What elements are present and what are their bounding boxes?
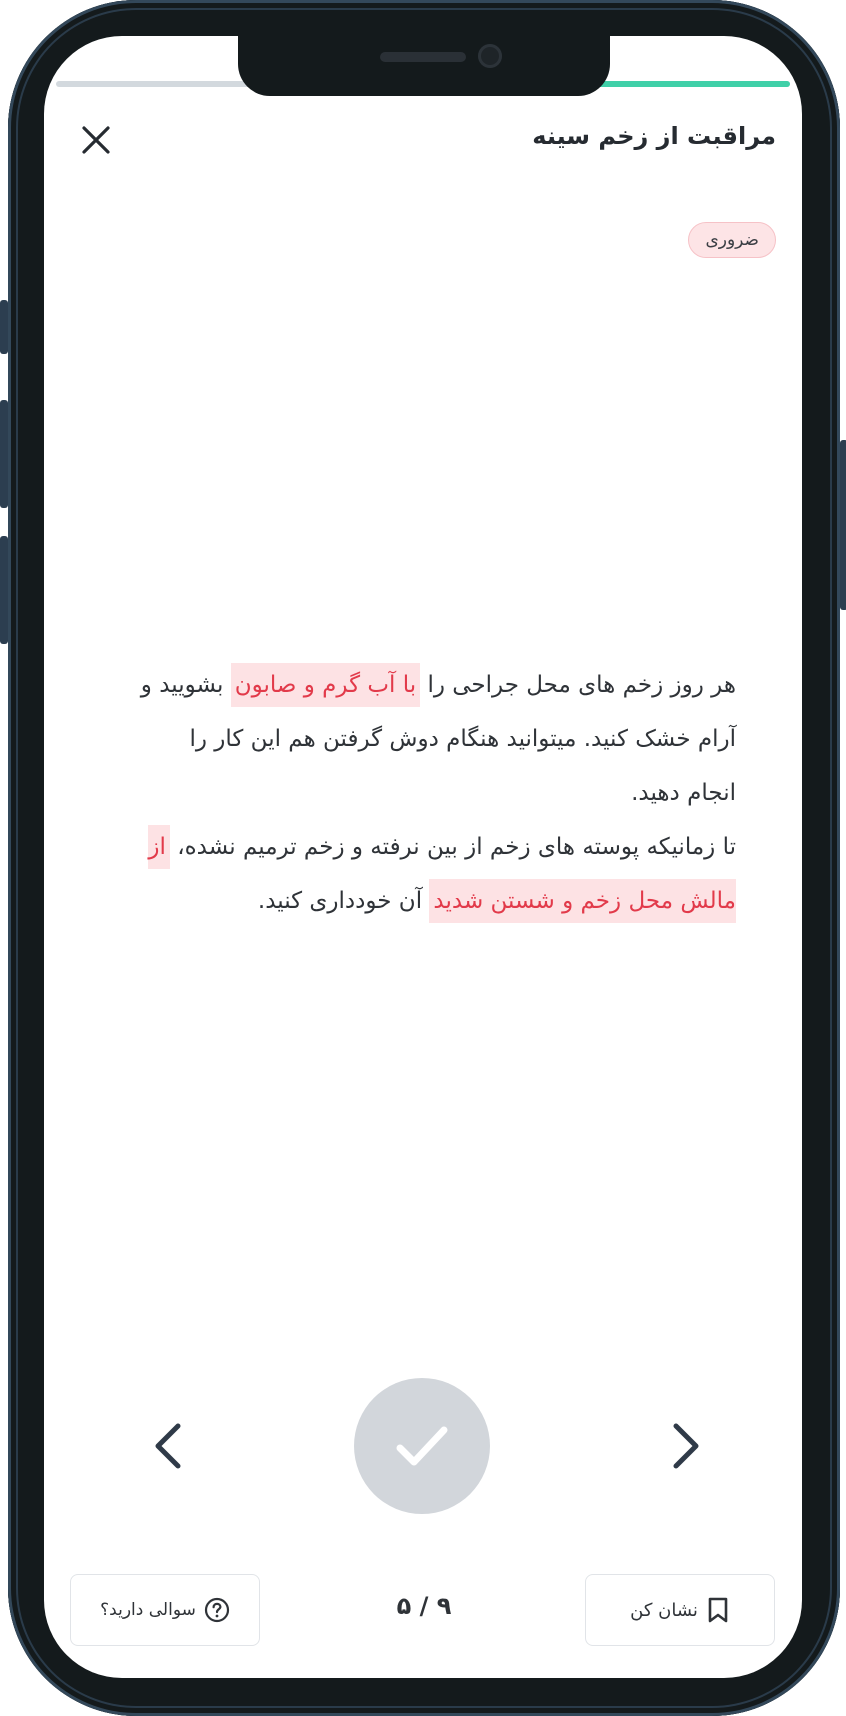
page-title: مراقبت از زخم سینه xyxy=(532,122,776,150)
page-indicator: ۵ / ۹ xyxy=(396,1592,452,1620)
instruction-text: هر روز زخم های محل جراحی را با آب گرم و … xyxy=(136,658,736,928)
mark-done-button[interactable] xyxy=(354,1378,490,1514)
side-button xyxy=(0,300,8,354)
highlighted-text: با آب گرم و صابون xyxy=(230,663,421,707)
text-segment: تا زمانیکه پوسته های زخم از بین نرفته و … xyxy=(177,834,736,860)
priority-badge: ضروری xyxy=(688,222,776,258)
text-segment: آن خودداری کنید. xyxy=(257,888,423,914)
bookmark-label: نشان کن xyxy=(630,1599,698,1621)
speaker-grille xyxy=(380,52,466,62)
paragraph-2: تا زمانیکه پوسته های زخم از بین نرفته و … xyxy=(136,820,736,928)
side-button xyxy=(0,536,8,644)
check-icon xyxy=(396,1426,448,1466)
bookmark-button[interactable]: نشان کن xyxy=(585,1574,775,1646)
close-icon xyxy=(82,126,110,154)
ask-question-button[interactable]: سوالی دارید؟ xyxy=(70,1574,260,1646)
paragraph-1: هر روز زخم های محل جراحی را با آب گرم و … xyxy=(136,658,736,820)
question-label: سوالی دارید؟ xyxy=(100,1600,196,1620)
chevron-right-icon xyxy=(673,1423,699,1469)
camera-icon xyxy=(478,44,502,68)
phone-notch xyxy=(238,36,610,96)
bookmark-icon xyxy=(708,1597,728,1623)
next-button[interactable] xyxy=(654,1416,714,1476)
question-circle-icon xyxy=(204,1597,229,1623)
app-screen: مراقبت از زخم سینه ضروری هر روز زخم های … xyxy=(44,36,802,1678)
side-button xyxy=(840,440,846,610)
side-button xyxy=(0,400,8,508)
progress-fill xyxy=(584,81,790,87)
previous-button[interactable] xyxy=(140,1416,200,1476)
chevron-left-icon xyxy=(155,1423,181,1469)
text-segment: هر روز زخم های محل جراحی را xyxy=(427,672,736,698)
close-button[interactable] xyxy=(78,122,114,158)
